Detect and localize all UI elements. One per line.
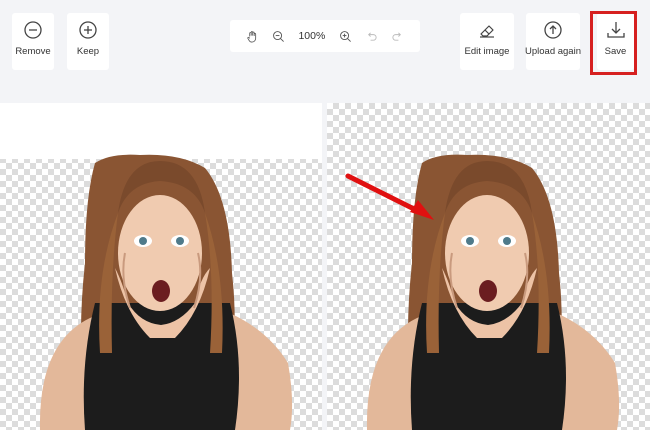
redo-icon[interactable]	[391, 30, 404, 43]
top-toolbar: Remove Keep 100% Edit image Upload again…	[0, 0, 650, 100]
zoom-in-icon[interactable]	[339, 30, 352, 43]
edit-image-label: Edit image	[464, 46, 510, 57]
minus-circle-icon	[24, 21, 42, 39]
cutout-person-photo	[366, 154, 620, 430]
zoom-out-icon[interactable]	[272, 30, 285, 43]
result-image-canvas	[327, 103, 650, 430]
annotation-arrow	[345, 173, 434, 220]
save-highlight-box	[590, 11, 637, 75]
hand-icon[interactable]	[246, 30, 259, 43]
zoom-controls: 100%	[230, 20, 420, 52]
upload-again-label: Upload again	[525, 46, 581, 57]
zoom-level: 100%	[298, 30, 326, 42]
original-image-canvas	[0, 103, 322, 430]
plus-circle-icon	[79, 21, 97, 39]
keep-button[interactable]: Keep	[67, 13, 109, 70]
remove-button[interactable]: Remove	[12, 13, 54, 70]
keep-label: Keep	[76, 46, 100, 57]
remove-label: Remove	[15, 46, 51, 57]
edit-image-button[interactable]: Edit image	[460, 13, 514, 70]
original-person-photo	[39, 154, 293, 430]
arrow-up-circle-icon	[544, 21, 562, 39]
undo-icon[interactable]	[365, 30, 378, 43]
eraser-icon	[480, 25, 494, 38]
upload-again-button[interactable]: Upload again	[525, 13, 581, 70]
